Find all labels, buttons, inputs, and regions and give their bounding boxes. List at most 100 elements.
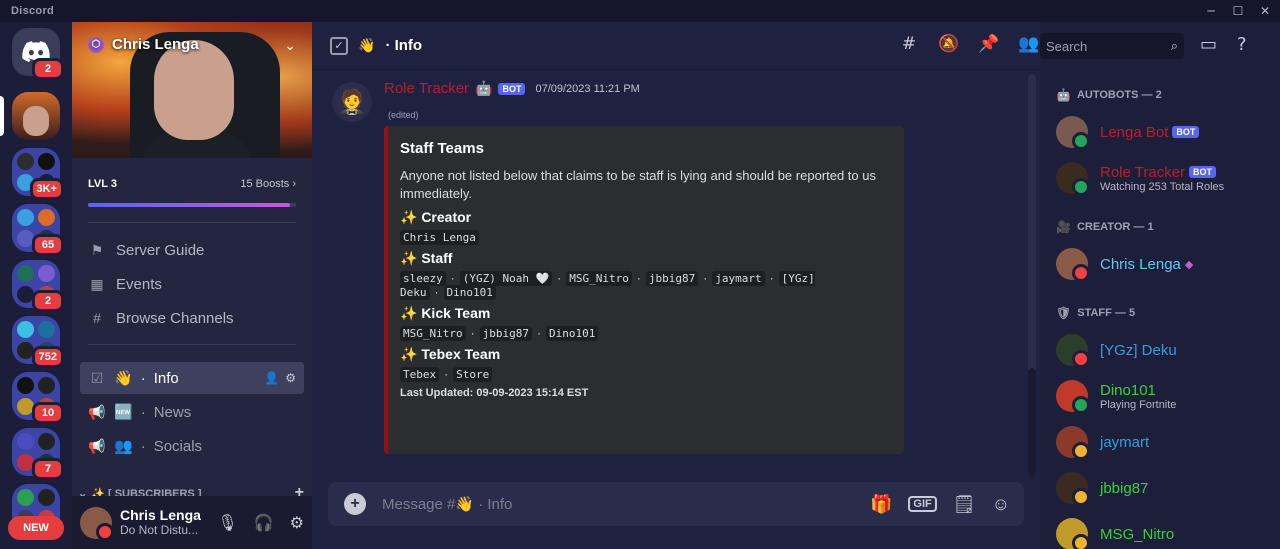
boost-icon: ⬡ xyxy=(88,36,104,53)
code-name: sleezy xyxy=(400,271,446,286)
status-icon xyxy=(1072,534,1090,549)
separator: · xyxy=(636,271,641,285)
status-icon xyxy=(1072,178,1090,196)
server-chris-lenga[interactable] xyxy=(12,92,60,140)
code-name: jbbig87 xyxy=(479,326,532,341)
unread-badge: 2 xyxy=(32,290,64,312)
server-folder-4[interactable]: 752 xyxy=(12,316,64,368)
gear-icon[interactable]: ⚙ xyxy=(290,513,304,532)
member-name: MSG_Nitro xyxy=(1100,525,1175,543)
status-icon xyxy=(1072,488,1090,506)
avatar xyxy=(1056,162,1090,196)
code-name: Dino101 xyxy=(443,285,496,300)
boost-level-row[interactable]: LVL 3 15 Boosts › xyxy=(88,178,296,190)
member-item[interactable]: Role Tracker BOT Watching 253 Total Roles xyxy=(1056,162,1224,196)
code-name: (YGZ) Noah 🤍 xyxy=(459,271,553,286)
boost-gem-icon: ◆ xyxy=(1184,258,1194,271)
home-button[interactable]: 2 xyxy=(12,28,64,80)
scrollbar-thumb[interactable] xyxy=(1028,368,1036,476)
member-item[interactable]: Lenga Bot BOT xyxy=(1056,116,1200,150)
user-panel: Chris Lenga Do Not Distu... 🎙 🎧 ⚙ xyxy=(72,496,312,549)
embed-field-value: Chris Lenga xyxy=(400,230,890,245)
member-item[interactable]: Dino101 Playing Fortnite xyxy=(1056,380,1177,414)
channel-info[interactable]: ☑ 👋 · Info 👤 ⚙ xyxy=(80,362,304,394)
embed-description: Anyone not listed below that claims to b… xyxy=(400,168,876,201)
nav-server-guide[interactable]: ⚑ Server Guide xyxy=(88,241,205,259)
channel-emoji: 🆕 xyxy=(114,404,133,421)
channel-news[interactable]: 📢 🆕 · News xyxy=(80,396,304,428)
gif-button[interactable]: GIF xyxy=(908,496,937,512)
channel-socials[interactable]: 📢 👥 · Socials xyxy=(80,430,304,462)
server-header[interactable]: ⬡ Chris Lenga xyxy=(88,36,199,53)
chevron-down-icon[interactable]: ⌄ xyxy=(284,38,296,54)
code-name: Tebex xyxy=(400,367,440,382)
embed-field-value: Tebex · Store xyxy=(400,367,890,382)
boost-progress-fill xyxy=(88,203,290,207)
channel-separator: · xyxy=(140,369,146,387)
separator: · xyxy=(444,367,449,381)
close-icon[interactable]: ✕ xyxy=(1252,0,1278,22)
divider xyxy=(88,222,296,223)
boost-progress-bar xyxy=(88,203,296,207)
avatar xyxy=(1056,518,1090,549)
active-server-pill xyxy=(0,96,4,136)
user-status: Do Not Distu... xyxy=(120,522,199,537)
server-folder-2[interactable]: 65 xyxy=(12,204,64,256)
avatar xyxy=(1056,116,1090,150)
microphone-icon[interactable]: 🎙 xyxy=(217,513,237,532)
message-composer[interactable]: + Message #👋 · Info 🎁 GIF 🗒 ☺ xyxy=(328,482,1024,526)
member-list-icon[interactable]: 👥 xyxy=(1018,34,1040,54)
maximize-icon[interactable]: ☐ xyxy=(1225,0,1251,22)
role-icon: 🎥 xyxy=(1056,220,1071,234)
new-badge[interactable]: NEW xyxy=(8,516,64,540)
avatar xyxy=(1056,380,1090,414)
member-group-header: 🎥 CREATOR — 1 xyxy=(1056,220,1154,234)
minimize-icon[interactable]: ─ xyxy=(1198,0,1224,22)
add-attachment-icon[interactable]: + xyxy=(344,493,366,515)
unread-badge: 65 xyxy=(32,234,64,256)
nav-browse-channels[interactable]: # Browse Channels xyxy=(88,309,233,327)
member-activity: Playing Fortnite xyxy=(1100,398,1177,411)
embed-fields: ✨ Creator Chris Lenga ✨ Staff sleezy · (YGZ) … xyxy=(400,209,890,382)
avatar[interactable]: 🤵 xyxy=(332,82,372,122)
unread-badge: 752 xyxy=(31,346,64,368)
channel-name: Socials xyxy=(153,437,203,455)
help-icon[interactable]: ? xyxy=(1237,34,1247,55)
avatar[interactable] xyxy=(80,506,114,541)
inbox-icon[interactable]: ▭ xyxy=(1200,34,1217,55)
member-group-title: STAFF — 5 xyxy=(1077,307,1136,319)
nav-events[interactable]: ▦ Events xyxy=(88,275,161,293)
mute-bell-icon[interactable]: 🔕 xyxy=(938,34,960,54)
member-item[interactable]: [YGz] Deku xyxy=(1056,334,1177,368)
chat-main: ✓ 👋 · Info # 🔕 📌 👥 🤵 Role Tracker 🤖 BOT … xyxy=(312,22,1040,549)
server-folder-1[interactable]: 3K+ xyxy=(12,148,64,200)
server-folder-6[interactable]: 7 xyxy=(12,428,64,480)
invite-icon[interactable]: 👤 xyxy=(264,371,279,385)
member-item[interactable]: jbbig87 xyxy=(1056,472,1148,506)
gift-icon[interactable]: 🎁 xyxy=(870,494,892,515)
emoji-icon[interactable]: ☺ xyxy=(992,494,1010,515)
sticker-icon[interactable]: 🗒 xyxy=(953,494,976,515)
status-icon xyxy=(1072,264,1090,282)
gear-icon[interactable]: ⚙ xyxy=(285,371,296,385)
message-author[interactable]: Role Tracker xyxy=(384,80,469,97)
status-icon xyxy=(1072,442,1090,460)
search-icon: ⌕ xyxy=(1170,38,1178,53)
member-item[interactable]: jaymart xyxy=(1056,426,1149,460)
threads-icon[interactable]: # xyxy=(898,34,920,54)
message-timestamp: 07/09/2023 11:21 PM xyxy=(535,82,640,95)
bot-tag: BOT xyxy=(498,82,526,95)
signpost-icon: ⚑ xyxy=(90,241,104,258)
server-folder-5[interactable]: 10 xyxy=(12,372,64,424)
message-input[interactable]: Message #👋 · Info xyxy=(382,495,512,513)
channel-separator: · xyxy=(140,403,146,421)
search-placeholder: Search xyxy=(1046,38,1088,54)
member-item[interactable]: Chris Lenga ◆ xyxy=(1056,248,1194,282)
member-item[interactable]: MSG_Nitro xyxy=(1056,518,1174,549)
search-input[interactable]: Search ⌕ xyxy=(1040,33,1184,59)
boost-level: LVL 3 xyxy=(88,178,117,190)
headphones-icon[interactable]: 🎧 xyxy=(254,513,274,532)
pin-icon[interactable]: 📌 xyxy=(978,34,1000,54)
server-folder-3[interactable]: 2 xyxy=(12,260,64,312)
unread-badge: 3K+ xyxy=(29,178,64,200)
